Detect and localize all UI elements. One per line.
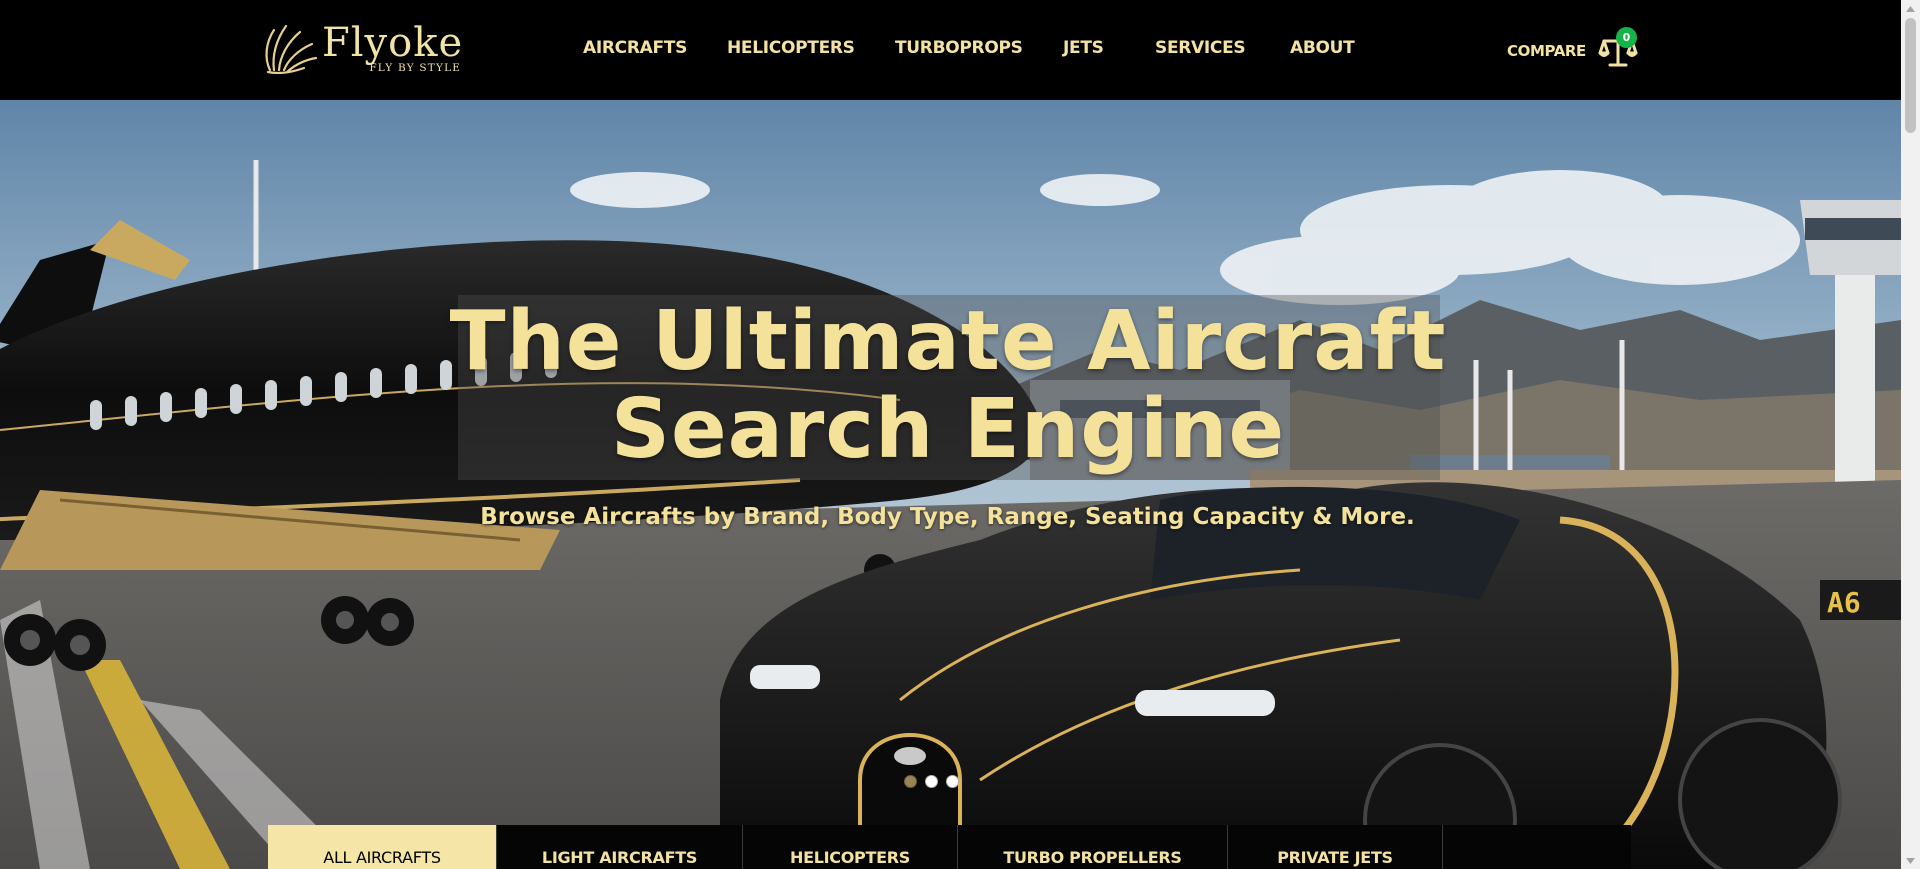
page-scrollbar[interactable] bbox=[1901, 0, 1920, 869]
slider-dot-2[interactable] bbox=[925, 775, 938, 788]
hero-slider: A6 The Ultimate Aircraft Search Engine B… bbox=[0, 100, 1901, 869]
tab-light-aircrafts[interactable]: LIGHT AIRCRAFTS bbox=[497, 825, 743, 869]
compare-label: COMPARE bbox=[1507, 42, 1586, 60]
brand-name: Flyoke bbox=[322, 20, 464, 66]
hero-background-image: A6 bbox=[0, 100, 1901, 869]
scroll-up-arrow-icon[interactable] bbox=[1901, 0, 1920, 17]
tab-all-aircrafts[interactable]: ALL AIRCRAFTS bbox=[268, 825, 497, 869]
site-header: Flyoke FLY BY STYLE AIRCRAFTS HELICOPTER… bbox=[0, 0, 1920, 100]
brand-logo[interactable]: Flyoke FLY BY STYLE bbox=[260, 22, 470, 78]
nav-item-about[interactable]: ABOUT bbox=[1290, 38, 1355, 58]
scrollbar-thumb[interactable] bbox=[1905, 18, 1916, 133]
tab-helicopters[interactable]: HELICOPTERS bbox=[743, 825, 958, 869]
nav-item-turboprops[interactable]: TURBOPROPS bbox=[895, 38, 1023, 58]
hero-headline: The Ultimate Aircraft Search Engine bbox=[390, 298, 1506, 474]
svg-text:A6: A6 bbox=[1827, 586, 1861, 619]
nav-item-jets[interactable]: JETS bbox=[1063, 38, 1104, 58]
slider-dot-1[interactable] bbox=[904, 775, 917, 788]
brand-tagline: FLY BY STYLE bbox=[369, 62, 462, 74]
compare-count-badge: 0 bbox=[1616, 27, 1637, 48]
slider-pagination bbox=[904, 775, 959, 788]
category-tabs: ALL AIRCRAFTS LIGHT AIRCRAFTS HELICOPTER… bbox=[268, 825, 1631, 869]
hero-headline-line-2: Search Engine bbox=[610, 382, 1286, 477]
tab-turbo-propellers[interactable]: TURBO PROPELLERS bbox=[958, 825, 1228, 869]
hero-subheadline: Browse Aircrafts by Brand, Body Type, Ra… bbox=[480, 504, 1415, 530]
scroll-down-arrow-icon[interactable] bbox=[1901, 852, 1920, 869]
wing-logo-icon bbox=[265, 24, 318, 74]
slider-dot-3[interactable] bbox=[946, 775, 959, 788]
hero-headline-line-1: The Ultimate Aircraft bbox=[449, 294, 1447, 389]
nav-item-services[interactable]: SERVICES bbox=[1155, 38, 1246, 58]
tab-private-jets[interactable]: PRIVATE JETS bbox=[1228, 825, 1443, 869]
nav-item-aircrafts[interactable]: AIRCRAFTS bbox=[583, 38, 687, 58]
nav-item-helicopters[interactable]: HELICOPTERS bbox=[727, 38, 855, 58]
